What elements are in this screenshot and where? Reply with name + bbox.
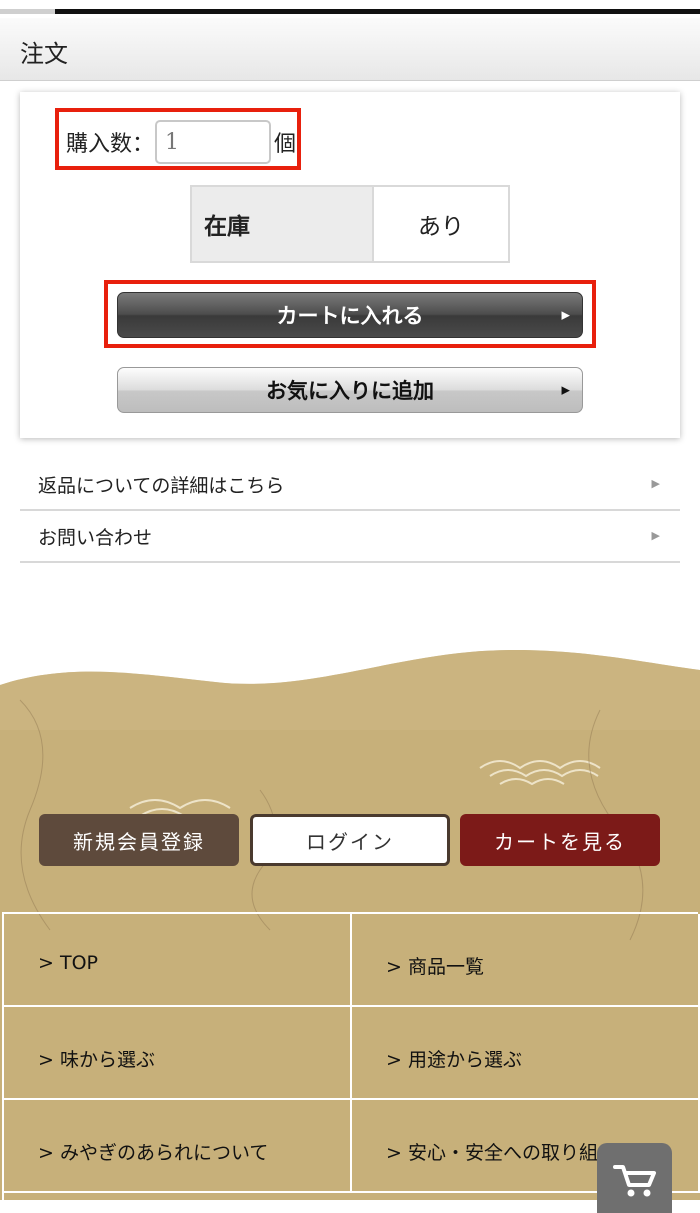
nav-item-label: > 商品一覧 [386, 956, 484, 978]
nav-item-label: > 用途から選ぶ [386, 1049, 522, 1071]
register-button[interactable]: 新規会員登録 [39, 814, 239, 866]
quantity-label: 購入数： [66, 132, 155, 157]
login-label: ログイン [306, 829, 394, 854]
nav-item-label: > 味から選ぶ [38, 1049, 155, 1071]
nav-item-products[interactable]: > 商品一覧 [352, 914, 700, 1007]
stock-table: 在庫 あり [190, 185, 510, 263]
top-bar-gray-segment [0, 9, 55, 14]
contact-label: お問い合わせ [38, 527, 153, 549]
quantity-input[interactable] [155, 120, 271, 164]
nav-item-by-use[interactable]: > 用途から選ぶ [352, 1007, 700, 1100]
play-arrow-icon: ▶ [561, 383, 570, 397]
view-cart-button[interactable]: カートを見る [460, 814, 660, 866]
login-button[interactable]: ログイン [250, 814, 450, 866]
page-title: 注文 [20, 40, 68, 68]
nav-item-top[interactable]: > TOP [4, 914, 352, 1007]
view-cart-label: カートを見る [494, 829, 626, 854]
footer-nav-grid: > TOP > 商品一覧 > 味から選ぶ > 用途から選ぶ > みやぎのあられに… [2, 912, 700, 1212]
add-to-cart-label: カートに入れる [276, 303, 424, 328]
register-label: 新規会員登録 [73, 829, 205, 854]
floating-cart-button[interactable] [597, 1143, 672, 1213]
order-section-header: 注文 [0, 18, 700, 81]
stock-value: あり [418, 214, 464, 240]
nav-item-label: > TOP [38, 952, 98, 974]
play-arrow-icon: ▶ [561, 308, 570, 322]
nav-item-about-arare[interactable]: > みやぎのあられについて [4, 1100, 352, 1193]
returns-info-link[interactable]: 返品についての詳細はこちら ▶ [20, 459, 680, 511]
quantity-unit: 個 [274, 132, 297, 157]
stock-label: 在庫 [192, 187, 374, 261]
add-to-favorites-button[interactable]: お気に入りに追加 ▶ [117, 367, 583, 413]
contact-link[interactable]: お問い合わせ ▶ [20, 511, 680, 563]
add-to-cart-button[interactable]: カートに入れる ▶ [117, 292, 583, 338]
nav-item-label: > みやぎのあられについて [38, 1142, 269, 1164]
chevron-right-icon: ▶ [651, 477, 660, 490]
nav-item-label: > 安心・安全への取り組み [386, 1142, 617, 1164]
top-bar [0, 0, 700, 18]
returns-info-label: 返品についての詳細はこちら [38, 475, 285, 497]
top-bar-black-segment [55, 9, 700, 14]
nav-item-by-taste[interactable]: > 味から選ぶ [4, 1007, 352, 1100]
chevron-right-icon: ▶ [651, 529, 660, 542]
shopping-cart-icon [613, 1165, 656, 1197]
add-to-favorites-label: お気に入りに追加 [266, 378, 434, 403]
